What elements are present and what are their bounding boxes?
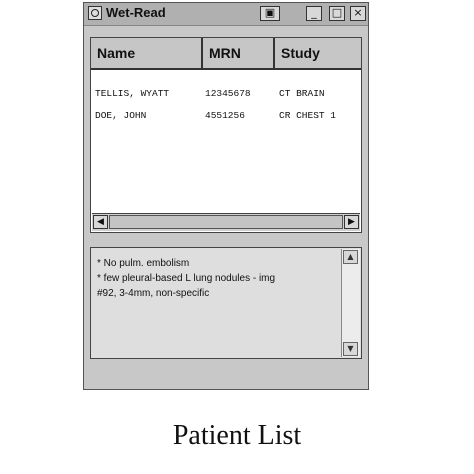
notes-textarea[interactable]: * No pulm. embolism * few pleural-based … xyxy=(90,247,362,359)
scroll-left-icon[interactable]: ◀ xyxy=(93,215,108,229)
note-line: * few pleural-based L lung nodules - img xyxy=(97,273,276,284)
scroll-thumb[interactable] xyxy=(109,215,343,229)
vertical-scrollbar[interactable]: ▲ ▼ xyxy=(341,249,360,357)
horizontal-scrollbar[interactable]: ◀ ▶ xyxy=(92,213,360,231)
table-row[interactable]: DOE, JOHN 4551256 CR CHEST 1 xyxy=(95,110,336,126)
window-title: Wet-Read xyxy=(106,5,166,20)
cell-study: CR CHEST 1 xyxy=(279,110,337,121)
patient-table: Name MRN Study TELLIS, WYATT 12345678 CT… xyxy=(90,37,362,233)
cell-study: CT BRAIN xyxy=(279,88,325,99)
cell-mrn: 12345678 xyxy=(205,88,251,99)
scroll-down-icon[interactable]: ▼ xyxy=(343,342,358,356)
note-line: * No pulm. embolism xyxy=(97,258,190,269)
cell-name: DOE, JOHN xyxy=(95,110,147,121)
pin-button[interactable]: ▣ xyxy=(260,6,280,21)
title-bar[interactable]: Wet-Read ▣ _ □ × xyxy=(84,3,368,26)
close-button[interactable]: × xyxy=(350,6,366,21)
column-header-name[interactable]: Name xyxy=(91,38,203,70)
scroll-up-icon[interactable]: ▲ xyxy=(343,250,358,264)
figure-caption: Patient List xyxy=(172,420,302,451)
wet-read-window: Wet-Read ▣ _ □ × Name MRN Study TELLIS, … xyxy=(83,2,369,390)
app-icon xyxy=(88,6,102,20)
minimize-button[interactable]: _ xyxy=(306,6,322,21)
maximize-button[interactable]: □ xyxy=(329,6,345,21)
scroll-right-icon[interactable]: ▶ xyxy=(344,215,359,229)
cell-name: TELLIS, WYATT xyxy=(95,88,170,99)
note-line: #92, 3-4mm, non-specific xyxy=(97,288,210,299)
column-header-study[interactable]: Study xyxy=(275,38,361,70)
cell-mrn: 4551256 xyxy=(205,110,245,121)
column-header-mrn[interactable]: MRN xyxy=(203,38,275,70)
table-row[interactable]: TELLIS, WYATT 12345678 CT BRAIN xyxy=(95,88,325,104)
